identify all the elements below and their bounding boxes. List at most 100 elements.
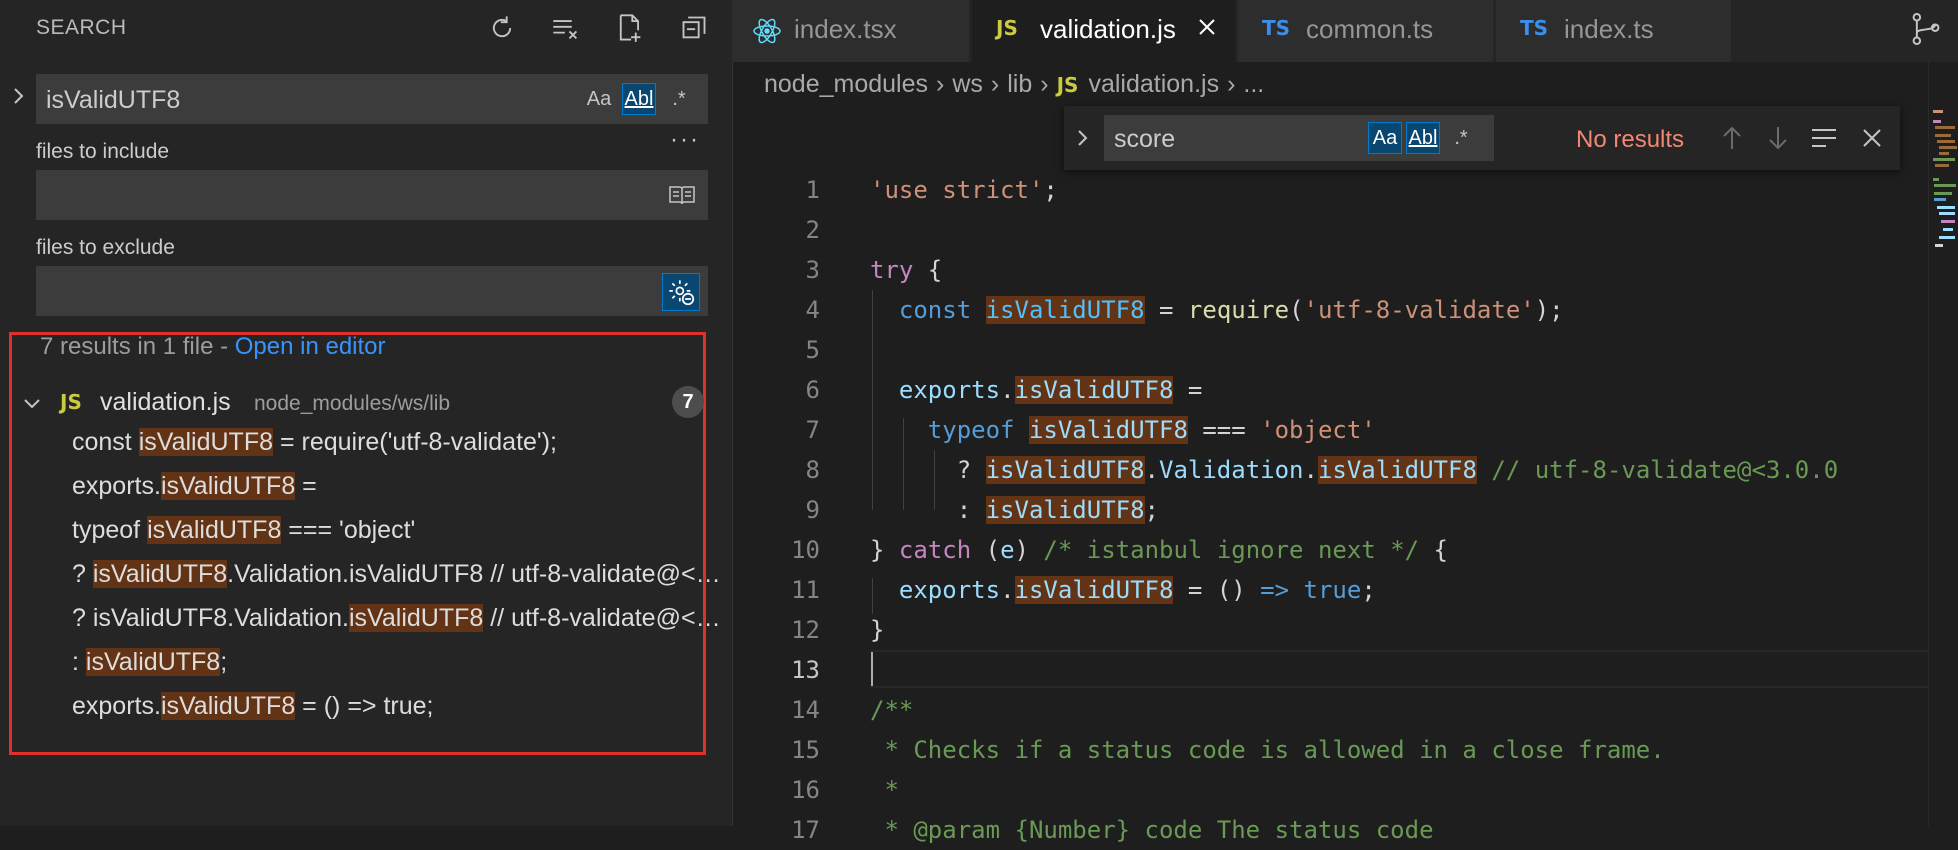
match-text: const <box>72 428 139 456</box>
result-file-name: validation.js <box>100 388 231 416</box>
code-token: { <box>1419 536 1449 564</box>
code-token: /** <box>870 696 914 724</box>
refresh-icon[interactable] <box>482 8 522 48</box>
close-icon[interactable] <box>1854 120 1890 156</box>
open-editors-only-icon[interactable] <box>664 177 700 213</box>
search-match-line[interactable]: ? isValidUTF8.Validation.isValidUTF8 // … <box>72 560 730 589</box>
code-line: exports.isValidUTF8 = <box>870 370 1202 410</box>
match-text: typeof <box>72 516 148 544</box>
search-match-line[interactable]: exports.isValidUTF8 = () => true; <box>72 692 730 721</box>
clear-results-icon[interactable] <box>546 8 586 48</box>
match-text: === 'object' <box>281 516 416 544</box>
line-number: 6 <box>805 376 820 404</box>
code-token: // utf-8-validate@<3.0.0 <box>1491 456 1839 484</box>
code-line: * @param {Number} code The status code <box>870 810 1434 850</box>
search-match-line[interactable]: const isValidUTF8 = require('utf-8-valid… <box>72 428 730 457</box>
files-include-input[interactable] <box>36 170 708 220</box>
result-file-row[interactable]: JS validation.js node_modules/ws/lib 7 <box>22 386 712 420</box>
indent-guide <box>872 578 873 614</box>
minimap[interactable] <box>1928 62 1958 826</box>
match-case-toggle[interactable]: Aa <box>1368 122 1402 154</box>
match-whole-word-toggle[interactable]: Abl <box>1406 122 1440 154</box>
files-exclude-input[interactable] <box>36 266 708 316</box>
ts-file-icon: TS <box>1520 16 1549 40</box>
open-in-editor-link[interactable]: Open in editor <box>235 333 386 360</box>
code-line: const isValidUTF8 = require('utf-8-valid… <box>870 290 1564 330</box>
code-token: exports <box>898 376 1001 404</box>
tab-validation-js[interactable]: JS validation.js <box>972 0 1236 62</box>
indent-guide <box>872 290 873 510</box>
use-regex-toggle[interactable]: .* <box>662 83 696 115</box>
tab-common-ts[interactable]: TS common.ts <box>1238 0 1494 62</box>
breadcrumb-separator-icon: › <box>990 70 1000 98</box>
search-match-line[interactable]: typeof isValidUTF8 === 'object' <box>72 516 730 545</box>
find-query-text: score <box>1114 125 1176 153</box>
code-token: ( <box>1289 296 1304 324</box>
search-match-line[interactable]: exports.isValidUTF8 = <box>72 472 730 501</box>
match-case-toggle[interactable]: Aa <box>582 83 616 115</box>
match-whole-word-toggle[interactable]: Abl <box>622 83 656 115</box>
code-token: const <box>898 296 972 324</box>
code-token: = () <box>1173 576 1261 604</box>
line-number: 15 <box>791 736 820 764</box>
line-number: 11 <box>791 576 820 604</box>
find-input[interactable]: score Aa Abl .* <box>1104 115 1494 161</box>
code-token: * @param {Number} code The status code <box>870 816 1434 844</box>
breadcrumb-separator-icon: › <box>1040 70 1049 98</box>
sidebar-divider <box>732 0 733 826</box>
line-number: 14 <box>791 696 820 724</box>
js-file-icon: JS <box>60 390 82 414</box>
match-highlight: isValidUTF8 <box>147 516 282 544</box>
breadcrumb-symbols[interactable]: ... <box>1243 70 1264 98</box>
breadcrumb-item[interactable]: lib <box>1007 70 1032 98</box>
match-highlight: isValidUTF8 <box>138 428 273 456</box>
new-search-editor-icon[interactable] <box>610 8 650 48</box>
use-exclude-settings-icon[interactable] <box>662 273 700 311</box>
breadcrumb-file[interactable]: validation.js <box>1088 70 1219 98</box>
code-token: ; <box>1043 176 1058 204</box>
tab-index-ts[interactable]: TS index.ts <box>1496 0 1732 62</box>
search-match-highlight: isValidUTF8 <box>1014 376 1174 404</box>
breadcrumb-separator-icon: › <box>1227 70 1236 98</box>
toggle-replace-chevron-icon[interactable] <box>1072 128 1092 153</box>
search-match-line[interactable]: ? isValidUTF8.Validation.isValidUTF8 // … <box>72 604 730 633</box>
code-token: exports <box>898 576 1001 604</box>
match-highlight: isValidUTF8 <box>348 604 484 632</box>
code-line: 'use strict'; <box>870 170 1058 210</box>
previous-match-icon[interactable] <box>1714 120 1750 156</box>
toggle-replace-chevron-icon[interactable] <box>8 86 28 106</box>
source-control-icon[interactable] <box>1910 12 1942 51</box>
code-token: require <box>1187 296 1290 324</box>
tab-index-tsx[interactable]: index.tsx <box>732 0 970 62</box>
collapse-all-icon[interactable] <box>674 8 714 48</box>
text-cursor <box>871 652 873 686</box>
search-match-line[interactable]: : isValidUTF8; <box>72 648 730 677</box>
tab-label: validation.js <box>1040 14 1176 44</box>
code-token: . <box>1000 376 1015 404</box>
code-token: => <box>1260 576 1290 604</box>
search-sidebar: SEARCH isValidUTF8 Aa Abl .* ··· files t… <box>0 0 732 826</box>
breadcrumb-item[interactable]: node_modules <box>764 70 928 98</box>
find-widget: score Aa Abl .* No results <box>1064 106 1900 170</box>
breadcrumb-item[interactable]: ws <box>952 70 983 98</box>
line-number: 13 <box>791 656 820 684</box>
results-summary-text: 7 results in 1 file - <box>40 333 235 360</box>
next-match-icon[interactable] <box>1760 120 1796 156</box>
chevron-down-icon[interactable] <box>22 393 42 418</box>
toggle-search-details-icon[interactable]: ··· <box>670 126 700 154</box>
use-regex-toggle[interactable]: .* <box>1444 122 1478 154</box>
match-highlight: isValidUTF8 <box>160 472 296 500</box>
close-icon[interactable] <box>1194 14 1220 40</box>
search-actions <box>482 8 714 48</box>
code-line: /** <box>870 690 913 730</box>
search-query-text: isValidUTF8 <box>46 86 181 114</box>
line-number: 3 <box>805 256 820 284</box>
find-in-selection-icon[interactable] <box>1806 120 1842 156</box>
code-line: } <box>870 610 884 650</box>
search-input[interactable]: isValidUTF8 Aa Abl .* <box>36 74 708 124</box>
tab-label: common.ts <box>1306 14 1434 44</box>
